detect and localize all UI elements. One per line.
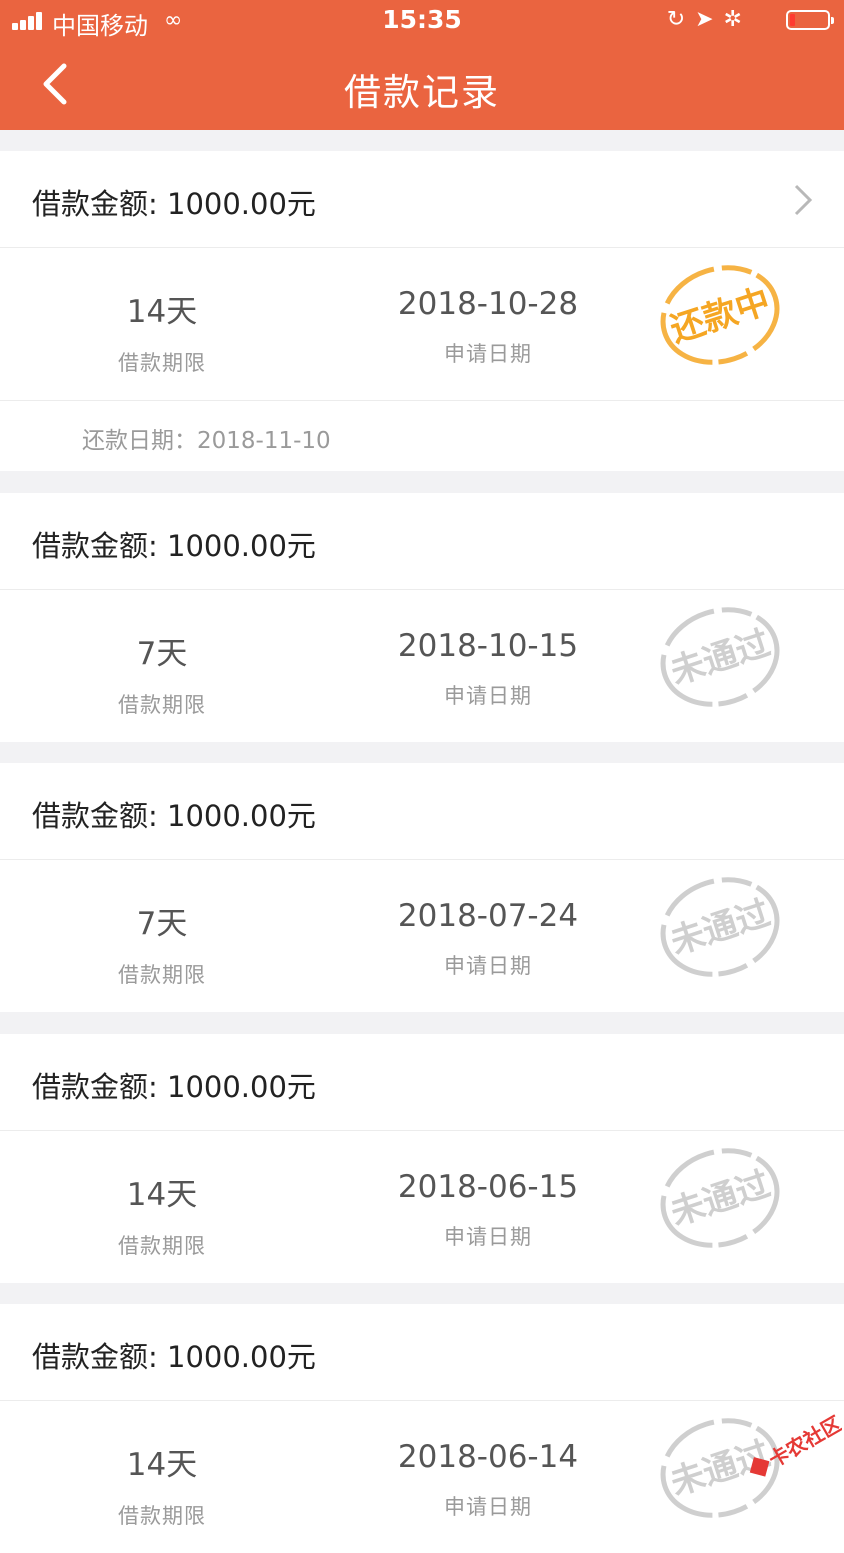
apply-date-label: 申请日期 (444, 342, 532, 366)
card-header[interactable]: 借款金额: 1000.00元 (0, 763, 844, 860)
rejected-stamp-icon: 未通过 (660, 877, 780, 977)
term-column: 14天 借款期限 (32, 248, 292, 377)
apply-date: 2018-07-24 (397, 898, 579, 934)
loan-term-label: 借款期限 (118, 1234, 206, 1258)
card-header[interactable]: 借款金额: 1000.00元 (0, 151, 844, 248)
loan-term-label: 借款期限 (118, 693, 206, 717)
status-stamp-text: 未通过 (666, 893, 775, 963)
watermark-text: 卡农社区 (764, 1411, 842, 1472)
repay-date: 还款日期：2018-11-10 (82, 428, 331, 454)
card-body: 14天 借款期限 2018-06-15 申请日期 未通过 (0, 1131, 844, 1283)
loan-record-card[interactable]: 借款金额: 1000.00元 7天 借款期限 2018-10-15 申请日期 未… (0, 493, 844, 742)
apply-date-column: 2018-07-24 申请日期 (358, 860, 618, 980)
status-icons: ↻➤✲ (666, 7, 752, 32)
apply-date-label: 申请日期 (444, 684, 532, 708)
loan-record-card[interactable]: 借款金额: 1000.00元 14天 借款期限 2018-06-15 申请日期 … (0, 1034, 844, 1283)
rejected-stamp-icon: 未通过 (660, 1148, 780, 1248)
loan-amount: 借款金额: 1000.00元 (32, 1340, 316, 1374)
loan-record-card[interactable]: 借款金额: 1000.00元 14天 借款期限 2018-06-14 申请日期 … (0, 1304, 844, 1553)
loan-term-label: 借款期限 (118, 351, 206, 375)
apply-date-label: 申请日期 (444, 1225, 532, 1249)
apply-date: 2018-06-15 (397, 1169, 579, 1205)
loan-term: 7天 (136, 636, 188, 672)
term-column: 14天 借款期限 (32, 1131, 292, 1260)
status-stamp-text: 未通过 (666, 623, 775, 693)
loan-term-label: 借款期限 (118, 1504, 206, 1528)
loan-amount: 借款金额: 1000.00元 (32, 799, 316, 833)
card-body: 14天 借款期限 2018-10-28 申请日期 还款中 (0, 248, 844, 400)
apply-date: 2018-10-15 (397, 628, 579, 664)
chevron-right-icon (794, 184, 813, 216)
term-column: 7天 借款期限 (32, 590, 292, 719)
loan-term: 7天 (136, 906, 188, 942)
battery-icon (786, 10, 834, 30)
card-header[interactable]: 借款金额: 1000.00元 (0, 1304, 844, 1401)
apply-date-label: 申请日期 (444, 1495, 532, 1519)
loan-term-label: 借款期限 (118, 963, 206, 987)
term-column: 7天 借款期限 (32, 860, 292, 989)
loan-amount: 借款金额: 1000.00元 (32, 187, 316, 221)
repay-date-row: 还款日期：2018-11-10 (0, 400, 844, 471)
loan-amount: 借款金额: 1000.00元 (32, 1070, 316, 1104)
card-header[interactable]: 借款金额: 1000.00元 (0, 493, 844, 590)
card-body: 14天 借款期限 2018-06-14 申请日期 未通过 (0, 1401, 844, 1553)
card-header[interactable]: 借款金额: 1000.00元 (0, 1034, 844, 1131)
loan-term: 14天 (126, 1447, 198, 1483)
loan-amount: 借款金额: 1000.00元 (32, 529, 316, 563)
term-column: 14天 借款期限 (32, 1401, 292, 1530)
card-body: 7天 借款期限 2018-07-24 申请日期 未通过 (0, 860, 844, 1012)
watermark-logo-icon: 卡农社区 (749, 1411, 842, 1477)
apply-date-column: 2018-10-15 申请日期 (358, 590, 618, 710)
apply-date-column: 2018-06-15 申请日期 (358, 1131, 618, 1251)
card-body: 7天 借款期限 2018-10-15 申请日期 未通过 (0, 590, 844, 742)
status-bar: 中国移动 ∞ 15:35 ↻➤✲ (0, 0, 844, 42)
apply-date-column: 2018-10-28 申请日期 (358, 248, 618, 368)
status-stamp-text: 还款中 (666, 281, 775, 351)
loan-record-card[interactable]: 借款金额: 1000.00元 14天 借款期限 2018-10-28 申请日期 … (0, 151, 844, 471)
app-header: 中国移动 ∞ 15:35 ↻➤✲ 借款记录 (0, 0, 844, 130)
rejected-stamp-icon: 未通过 (660, 607, 780, 707)
apply-date: 2018-10-28 (397, 286, 579, 322)
status-stamp-text: 未通过 (666, 1164, 775, 1234)
apply-date-label: 申请日期 (444, 954, 532, 978)
loan-term: 14天 (126, 1177, 198, 1213)
apply-date: 2018-06-14 (397, 1439, 579, 1475)
page-title: 借款记录 (344, 71, 500, 114)
apply-date-column: 2018-06-14 申请日期 (358, 1401, 618, 1521)
loan-term: 14天 (126, 294, 198, 330)
loan-record-card[interactable]: 借款金额: 1000.00元 7天 借款期限 2018-07-24 申请日期 未… (0, 763, 844, 1012)
repaying-stamp-icon: 还款中 (660, 265, 780, 365)
